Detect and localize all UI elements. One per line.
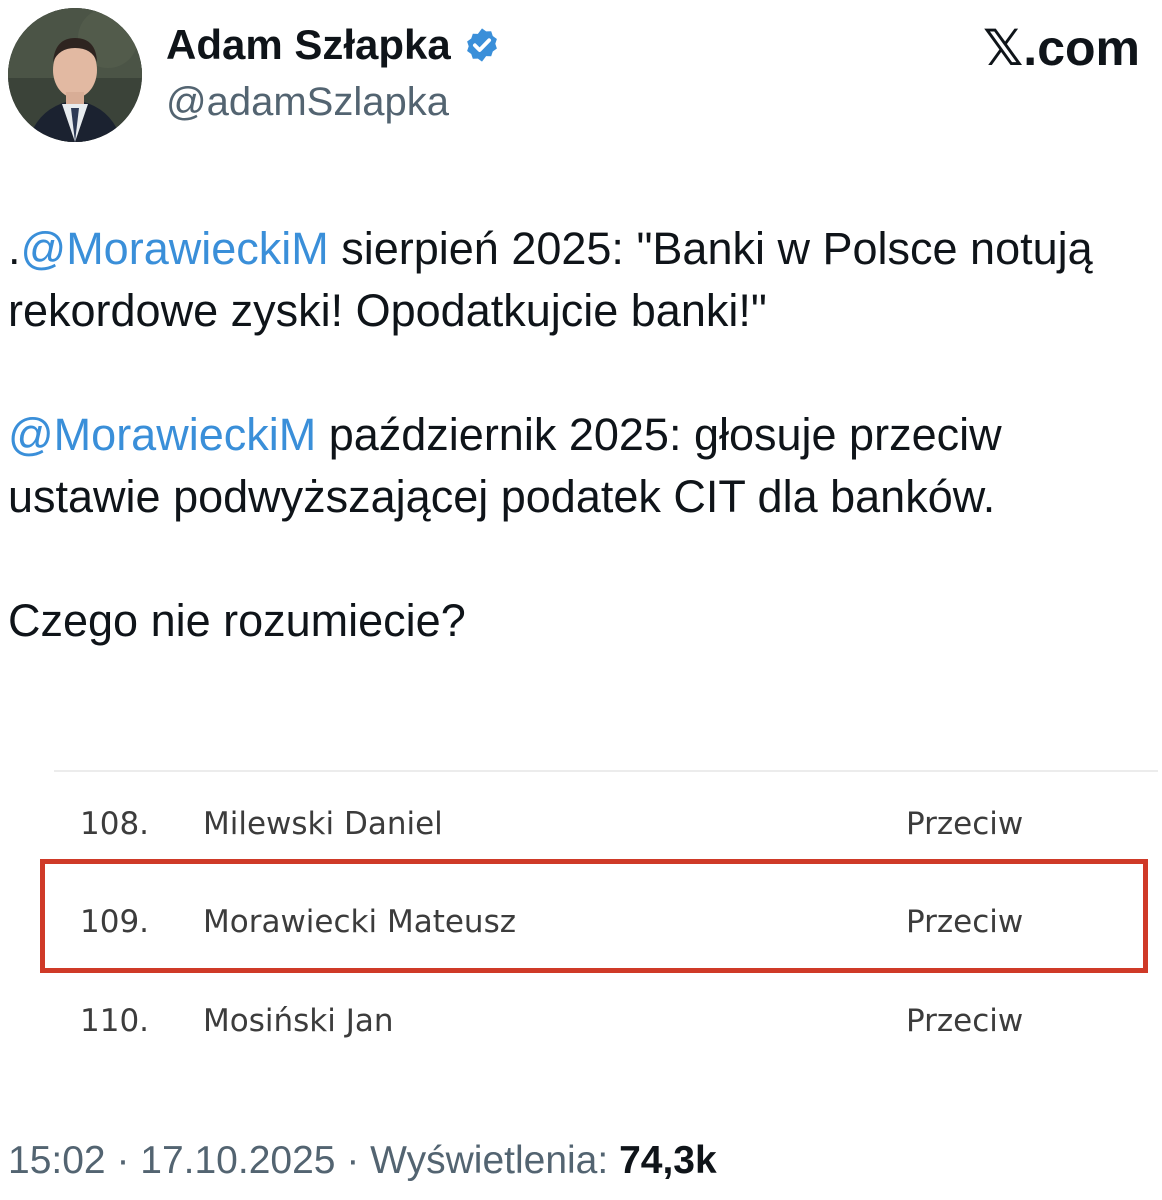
vote-row-number: 108.: [80, 806, 150, 842]
vote-row-name: Mosiński Jan: [203, 1003, 394, 1039]
tweet-date[interactable]: 17.10.2025: [140, 1139, 335, 1182]
attached-vote-image[interactable]: 108. Milewski Daniel Przeciw 109. Morawi…: [8, 768, 1158, 1064]
highlight-box: [40, 859, 1148, 973]
meta-separator: ·: [105, 1139, 141, 1182]
tweet-header: Adam Szłapka @adamSzlapka 𝕏.com: [0, 0, 1162, 160]
tweet-text: .@MorawieckiM sierpień 2025: "Banki w Po…: [8, 218, 1154, 714]
tweet-time[interactable]: 15:02: [8, 1139, 106, 1182]
table-divider: [54, 770, 1158, 772]
author-name-text: Adam Szłapka: [166, 21, 451, 68]
tweet-paragraph-3: Czego nie rozumiecie?: [8, 590, 1154, 652]
vote-table-row: 108. Milewski Daniel Przeciw: [8, 796, 1158, 856]
tweet-meta: 15:02 · 17.10.2025 · Wyświetlenia: 74,3k: [8, 1136, 717, 1186]
meta-separator: ·: [335, 1139, 371, 1182]
mention-link[interactable]: @MorawieckiM: [8, 409, 316, 460]
avatar[interactable]: [8, 8, 142, 142]
tweet-text-prefix: .: [8, 223, 21, 274]
vote-table-row: 110. Mosiński Jan Przeciw: [8, 993, 1158, 1053]
mention-link[interactable]: @MorawieckiM: [21, 223, 329, 274]
vote-row-number: 110.: [80, 1003, 150, 1039]
vote-row-result: Przeciw: [906, 1003, 1024, 1039]
tweet-paragraph-2: @MorawieckiM październik 2025: głosuje p…: [8, 404, 1154, 528]
views-count: 74,3k: [619, 1139, 717, 1182]
profile-photo-icon: [8, 8, 142, 142]
vote-row-result: Przeciw: [906, 806, 1024, 842]
verified-badge-icon: [466, 28, 497, 62]
tweet-text-body: Czego nie rozumiecie?: [8, 595, 466, 646]
x-logo-label: 𝕏.com: [983, 20, 1140, 76]
vote-row-name: Milewski Daniel: [203, 806, 443, 842]
views-label: Wyświetlenia:: [370, 1139, 620, 1182]
tweet-paragraph-1: .@MorawieckiM sierpień 2025: "Banki w Po…: [8, 218, 1154, 342]
author-display-name[interactable]: Adam Szłapka: [166, 20, 501, 70]
author-handle[interactable]: @adamSzlapka: [166, 78, 449, 126]
